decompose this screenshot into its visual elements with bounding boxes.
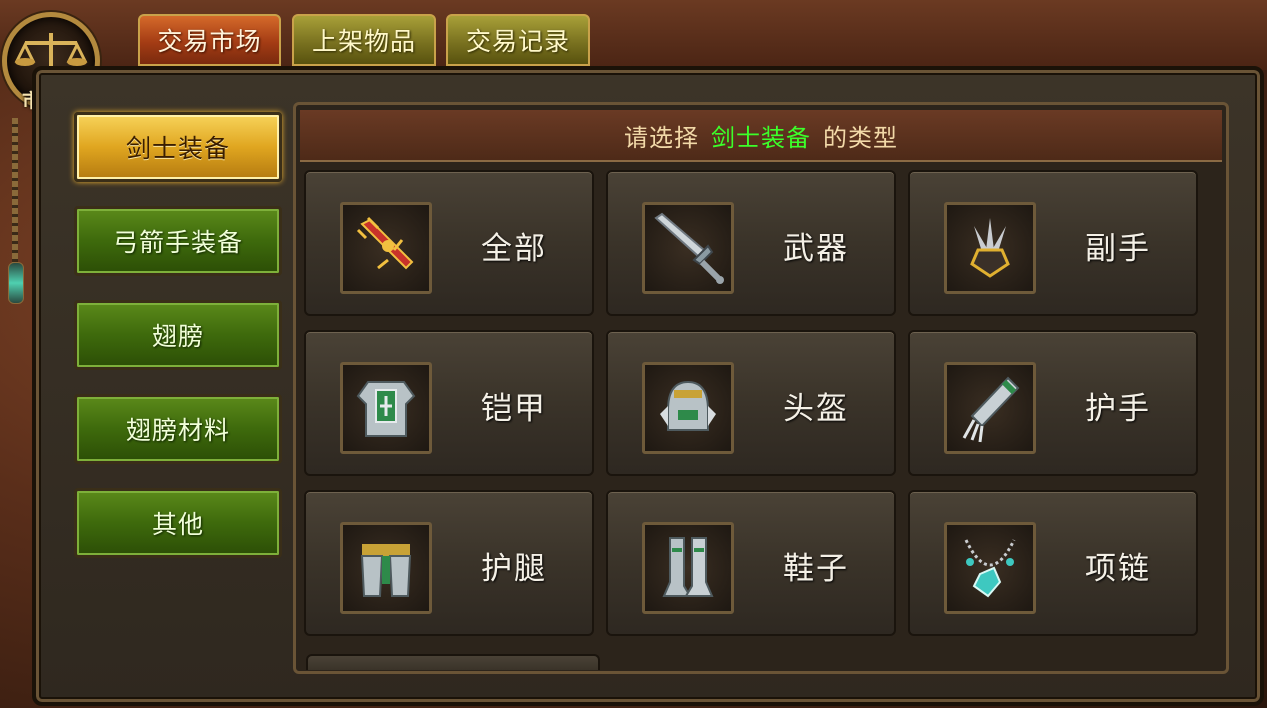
type-helmet-button[interactable]: 头盔	[606, 330, 896, 476]
tab-list-item[interactable]: 上架物品	[292, 14, 436, 66]
type-weapon-label: 武器	[783, 230, 849, 267]
type-offhand-label: 副手	[1085, 230, 1151, 267]
type-necklace-label: 项链	[1085, 550, 1151, 587]
decorative-chain	[12, 118, 18, 268]
boots-icon	[642, 522, 734, 614]
prompt-highlight: 剑士装备	[711, 123, 811, 152]
next-row-partial	[306, 654, 600, 670]
type-leg-guard-button[interactable]: 护腿	[304, 490, 594, 636]
type-gauntlet-button[interactable]: 护手	[908, 330, 1198, 476]
category-other[interactable]: 其他	[74, 488, 282, 558]
helmet-icon	[642, 362, 734, 454]
all-equipment-icon	[340, 202, 432, 294]
type-all-label: 全部	[481, 230, 547, 267]
type-armor-label: 铠甲	[481, 390, 547, 427]
type-leg-guard-label: 护腿	[481, 550, 547, 587]
prompt-prefix: 请选择	[624, 123, 699, 152]
lantern-icon	[8, 262, 24, 304]
armor-icon	[340, 362, 432, 454]
type-armor-button[interactable]: 铠甲	[304, 330, 594, 476]
sword-icon	[642, 202, 734, 294]
tab-trade-history[interactable]: 交易记录	[446, 14, 590, 66]
category-swordsman-gear[interactable]: 剑士装备	[74, 112, 282, 182]
leg-guard-icon	[340, 522, 432, 614]
tab-trade-market[interactable]: 交易市场	[138, 14, 281, 66]
type-gauntlet-label: 护手	[1085, 390, 1151, 427]
type-all-button[interactable]: 全部	[304, 170, 594, 316]
offhand-claw-icon	[944, 202, 1036, 294]
type-prompt: 请选择 剑士装备 的类型	[300, 110, 1222, 162]
type-offhand-button[interactable]: 副手	[908, 170, 1198, 316]
type-helmet-label: 头盔	[783, 390, 849, 427]
necklace-icon	[944, 522, 1036, 614]
category-wing-materials[interactable]: 翅膀材料	[74, 394, 282, 464]
type-boots-label: 鞋子	[783, 550, 849, 587]
type-necklace-button[interactable]: 项链	[908, 490, 1198, 636]
type-weapon-button[interactable]: 武器	[606, 170, 896, 316]
type-boots-button[interactable]: 鞋子	[606, 490, 896, 636]
gauntlet-icon	[944, 362, 1036, 454]
prompt-suffix: 的类型	[823, 123, 898, 152]
category-archer-gear[interactable]: 弓箭手装备	[74, 206, 282, 276]
category-wings[interactable]: 翅膀	[74, 300, 282, 370]
